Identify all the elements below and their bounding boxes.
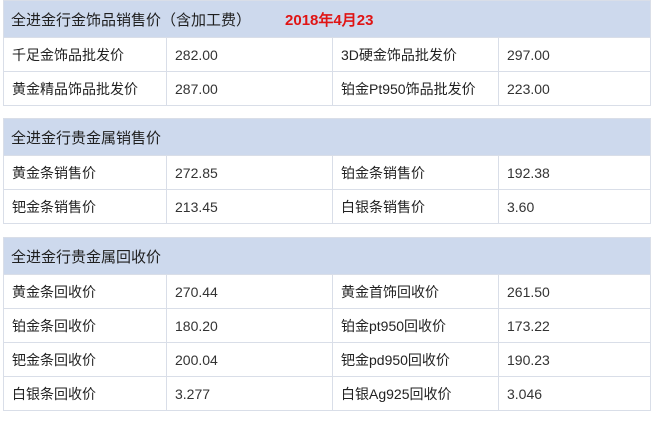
price-value: 190.23 (497, 342, 652, 377)
price-label: 黄金精品饰品批发价 (3, 71, 167, 106)
price-label: 钯金pd950回收价 (332, 342, 499, 377)
section-header: 全进金行贵金属回收价 (2, 237, 652, 275)
table-row: 白银条回收价 3.277 白银Ag925回收价 3.046 (3, 376, 652, 411)
price-label: 钯金条销售价 (3, 189, 167, 224)
price-value: 3.277 (166, 376, 333, 411)
price-value: 3.60 (497, 189, 652, 224)
price-value: 282.00 (166, 37, 333, 72)
price-value: 3.046 (497, 376, 652, 411)
price-value: 223.00 (497, 71, 652, 106)
section-title: 全进金行贵金属销售价 (2, 118, 652, 156)
price-value: 180.20 (166, 308, 333, 343)
section-title: 全进金行贵金属回收价 (2, 237, 652, 275)
price-value: 213.45 (166, 189, 333, 224)
price-label: 黄金条销售价 (3, 155, 167, 190)
precious-metal-sales-price-table: 全进金行贵金属销售价 黄金条销售价 272.85 铂金条销售价 192.38 钯… (2, 118, 652, 224)
table-row: 千足金饰品批发价 282.00 3D硬金饰品批发价 297.00 (3, 37, 652, 72)
table-row: 钯金条销售价 213.45 白银条销售价 3.60 (3, 189, 652, 224)
price-label: 黄金首饰回收价 (332, 274, 499, 309)
section-title-cell: 全进金行金饰品销售价（含加工费） 2018年4月23 (2, 0, 652, 38)
price-label: 铂金条销售价 (332, 155, 499, 190)
table-row: 黄金精品饰品批发价 287.00 铂金Pt950饰品批发价 223.00 (3, 71, 652, 106)
table-row: 黄金条销售价 272.85 铂金条销售价 192.38 (3, 155, 652, 190)
price-label: 千足金饰品批发价 (3, 37, 167, 72)
price-label: 铂金Pt950饰品批发价 (332, 71, 499, 106)
precious-metal-buyback-price-table: 全进金行贵金属回收价 黄金条回收价 270.44 黄金首饰回收价 261.50 … (2, 237, 652, 411)
price-label: 黄金条回收价 (3, 274, 167, 309)
price-value: 297.00 (497, 37, 652, 72)
price-value: 192.38 (497, 155, 652, 190)
price-label: 铂金条回收价 (3, 308, 167, 343)
price-value: 287.00 (166, 71, 333, 106)
section-header: 全进金行金饰品销售价（含加工费） 2018年4月23 (2, 0, 652, 38)
table-row: 黄金条回收价 270.44 黄金首饰回收价 261.50 (3, 274, 652, 309)
table-row: 铂金条回收价 180.20 铂金pt950回收价 173.22 (3, 308, 652, 343)
price-label: 白银Ag925回收价 (332, 376, 499, 411)
price-value: 200.04 (166, 342, 333, 377)
price-value: 270.44 (166, 274, 333, 309)
price-date: 2018年4月23 (285, 11, 374, 29)
price-value: 261.50 (497, 274, 652, 309)
price-label: 3D硬金饰品批发价 (332, 37, 499, 72)
price-page: 全进金行金饰品销售价（含加工费） 2018年4月23 千足金饰品批发价 282.0… (0, 0, 653, 442)
section-header: 全进金行贵金属销售价 (2, 118, 652, 156)
price-value: 173.22 (497, 308, 652, 343)
price-label: 白银条回收价 (3, 376, 167, 411)
price-label: 钯金条回收价 (3, 342, 167, 377)
price-label: 铂金pt950回收价 (332, 308, 499, 343)
price-value: 272.85 (166, 155, 333, 190)
section-title: 全进金行金饰品销售价（含加工费） (11, 11, 252, 29)
table-row: 钯金条回收价 200.04 钯金pd950回收价 190.23 (3, 342, 652, 377)
jewelry-sales-price-table: 全进金行金饰品销售价（含加工费） 2018年4月23 千足金饰品批发价 282.0… (2, 0, 652, 106)
price-label: 白银条销售价 (332, 189, 499, 224)
